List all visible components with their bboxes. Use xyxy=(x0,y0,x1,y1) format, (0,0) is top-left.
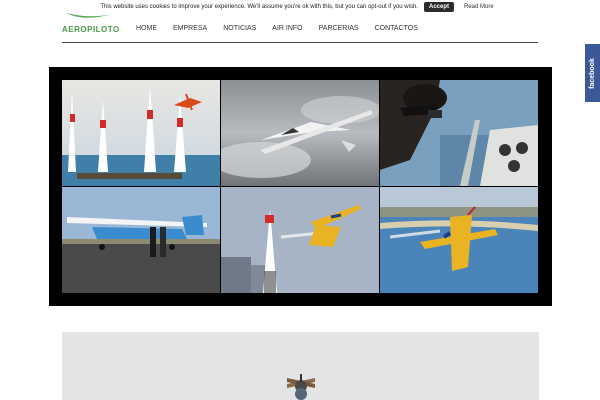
glider-in-clouds-photo[interactable] xyxy=(221,80,379,186)
pilot-cockpit-photo[interactable] xyxy=(380,80,538,186)
plane-over-beach-photo[interactable] xyxy=(380,187,538,293)
race-plane-pylon-photo[interactable] xyxy=(221,187,379,293)
nav-item-noticias[interactable]: NOTICIAS xyxy=(215,25,264,32)
propeller-plane-icon xyxy=(287,374,315,400)
facebook-tab[interactable]: facebook xyxy=(585,44,600,102)
main-nav: HOME EMPRESA NOTICIAS AIR INFO PARCERIAS… xyxy=(128,25,426,32)
photo-gallery xyxy=(49,67,552,306)
cookie-message: This website uses cookies to improve you… xyxy=(100,4,418,10)
read-more-link[interactable]: Read More xyxy=(464,4,494,10)
air-race-pylons-photo[interactable] xyxy=(62,80,220,186)
nav-item-home[interactable]: HOME xyxy=(128,25,165,32)
nav-item-contactos[interactable]: CONTACTOS xyxy=(367,25,426,32)
content-panel xyxy=(62,332,539,400)
site-logo[interactable]: AEROPILOTO xyxy=(62,25,120,34)
cessna-on-ground-photo[interactable] xyxy=(62,187,220,293)
facebook-label: facebook xyxy=(589,57,597,89)
nav-item-parcerias[interactable]: PARCERIAS xyxy=(311,25,367,32)
nav-item-empresa[interactable]: EMPRESA xyxy=(165,25,215,32)
header-divider xyxy=(62,42,538,43)
nav-item-air-info[interactable]: AIR INFO xyxy=(264,25,310,32)
logo-swoosh-icon[interactable] xyxy=(64,12,114,21)
accept-button[interactable]: Accept xyxy=(423,2,454,12)
